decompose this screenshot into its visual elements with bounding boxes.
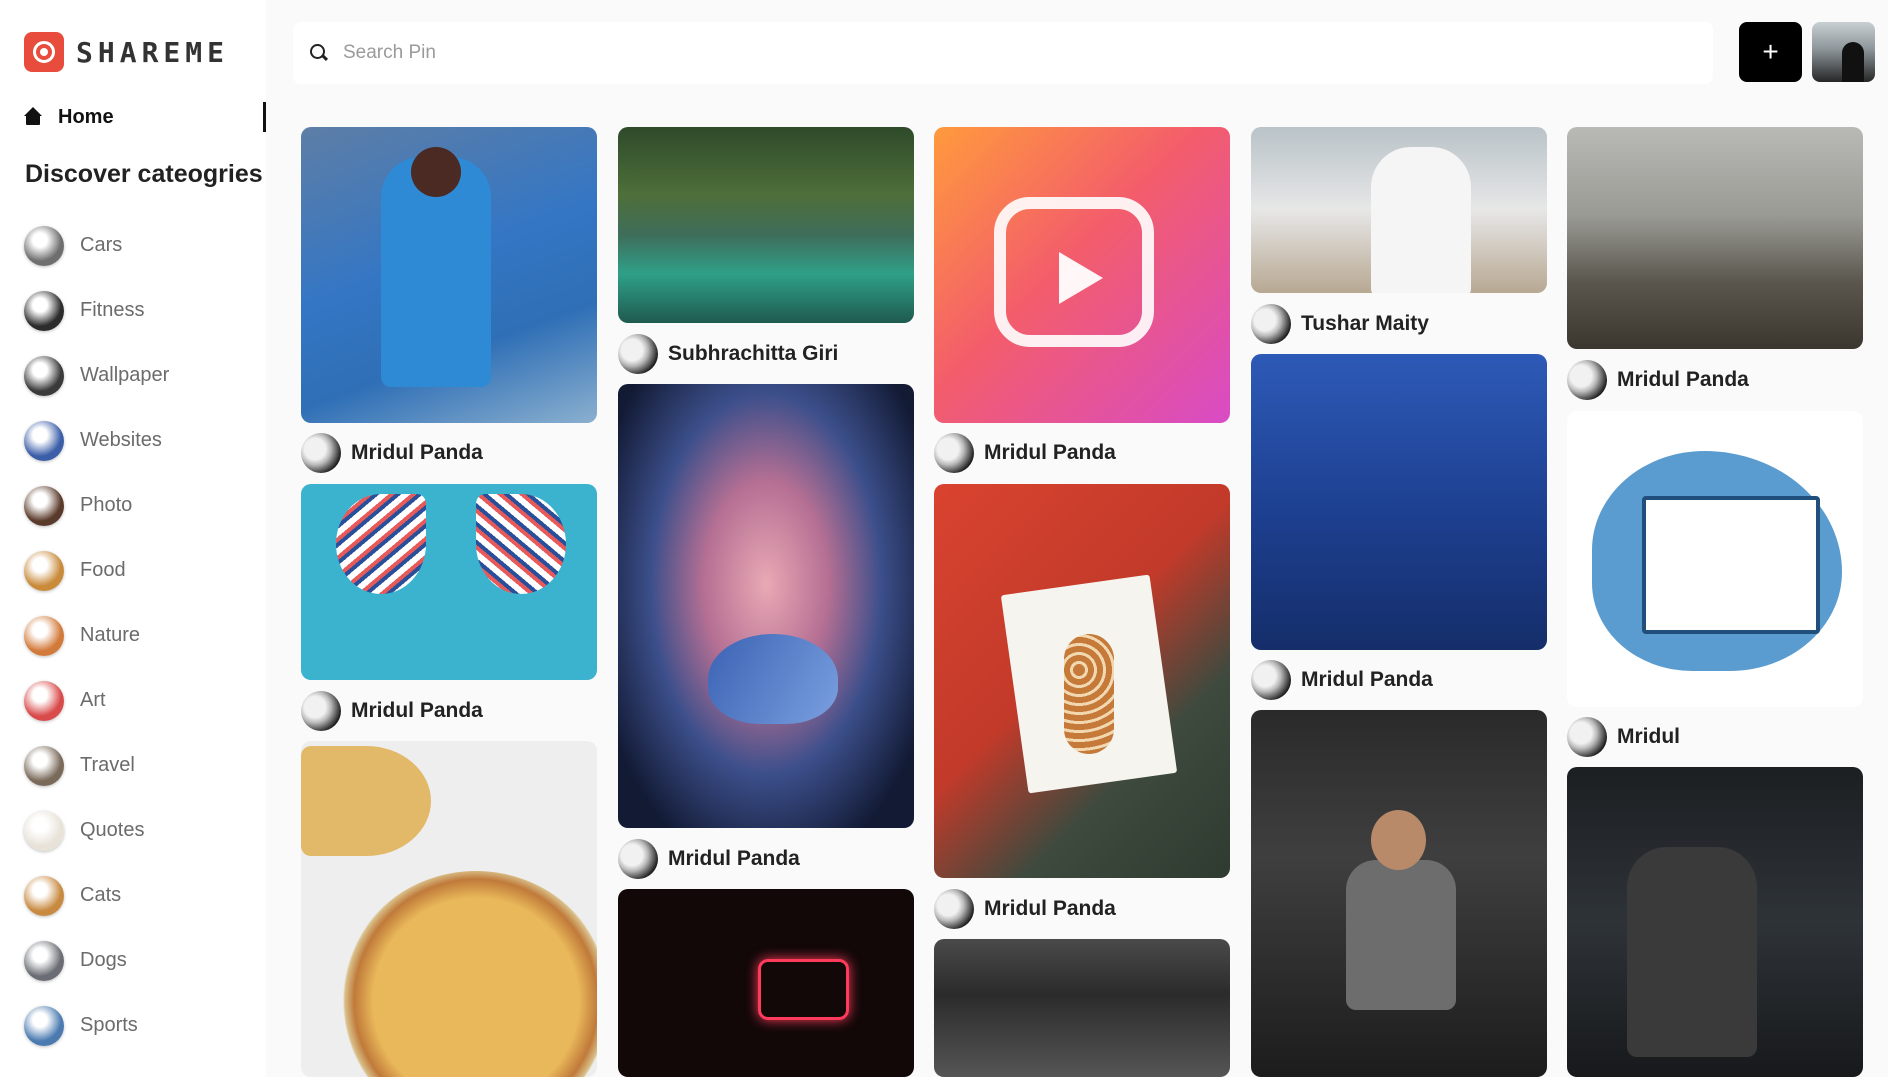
pin-image-website-illustration[interactable] — [1567, 411, 1863, 707]
search-icon — [309, 43, 329, 63]
author-avatar — [1251, 304, 1291, 344]
author-name: Mridul — [1617, 725, 1680, 748]
pin-author[interactable]: Mridul — [1567, 717, 1680, 757]
category-thumbnail — [24, 420, 64, 461]
category-label: Cats — [80, 884, 122, 906]
category-item-quotes[interactable]: Quotes — [24, 798, 169, 863]
pin-image-giraffe-painting[interactable] — [934, 484, 1230, 878]
home-icon — [24, 107, 44, 127]
author-name: Mridul Panda — [668, 847, 800, 870]
author-avatar — [1251, 660, 1291, 700]
category-thumbnail — [24, 680, 64, 721]
category-label: Dogs — [80, 949, 127, 971]
category-thumbnail — [24, 225, 64, 266]
category-thumbnail — [24, 355, 64, 396]
author-name: Mridul Panda — [1617, 368, 1749, 391]
pin-author[interactable]: Tushar Maity — [1251, 304, 1429, 344]
category-item-art[interactable]: Art — [24, 668, 169, 733]
pin-image-gym[interactable] — [934, 939, 1230, 1077]
pin-image-instagram-reels[interactable] — [934, 127, 1230, 423]
category-item-sports[interactable]: Sports — [24, 993, 169, 1058]
author-avatar — [301, 691, 341, 731]
pin-author[interactable]: Mridul Panda — [301, 433, 483, 473]
pin-author[interactable]: Mridul Panda — [618, 839, 800, 879]
author-avatar — [934, 889, 974, 929]
pin-image-beach[interactable] — [1567, 127, 1863, 349]
author-avatar — [618, 334, 658, 374]
category-item-wallpaper[interactable]: Wallpaper — [24, 343, 169, 408]
category-thumbnail — [24, 1005, 64, 1046]
category-thumbnail — [24, 615, 64, 656]
category-label: Travel — [80, 754, 135, 776]
category-list: Cars Fitness Wallpaper Websites Photo Fo… — [24, 213, 169, 1058]
pin-author[interactable]: Mridul Panda — [934, 433, 1116, 473]
category-label: Websites — [80, 429, 162, 451]
category-item-cars[interactable]: Cars — [24, 213, 169, 278]
pin-image-wings-bicycle[interactable] — [301, 484, 597, 680]
category-item-fitness[interactable]: Fitness — [24, 278, 169, 343]
pin-author[interactable]: Mridul Panda — [1567, 360, 1749, 400]
category-item-photo[interactable]: Photo — [24, 473, 169, 538]
pin-image-fitness-back[interactable] — [1567, 767, 1863, 1077]
author-name: Mridul Panda — [351, 441, 483, 464]
author-name: Tushar Maity — [1301, 312, 1429, 335]
brand-logo-link[interactable]: SHAREME — [24, 32, 229, 72]
category-item-dogs[interactable]: Dogs — [24, 928, 169, 993]
category-thumbnail — [24, 875, 64, 916]
pin-author[interactable]: Mridul Panda — [301, 691, 483, 731]
category-label: Art — [80, 689, 106, 711]
category-item-nature[interactable]: Nature — [24, 603, 169, 668]
search-bar[interactable] — [293, 22, 1713, 84]
category-thumbnail — [24, 290, 64, 331]
sidebar: SHAREME Home Discover cateogries Cars Fi… — [0, 0, 266, 1077]
nav-home-label: Home — [58, 105, 114, 128]
author-avatar — [301, 433, 341, 473]
category-label: Wallpaper — [80, 364, 170, 386]
pin-author[interactable]: Mridul Panda — [934, 889, 1116, 929]
author-name: Mridul Panda — [1301, 668, 1433, 691]
category-label: Cars — [80, 234, 123, 256]
author-avatar — [934, 433, 974, 473]
pin-image-cricket-player[interactable] — [301, 127, 597, 423]
category-label: Photo — [80, 494, 133, 516]
brand-name: SHAREME — [76, 35, 230, 69]
category-label: Food — [80, 559, 126, 581]
category-item-food[interactable]: Food — [24, 538, 169, 603]
create-pin-button[interactable]: + — [1739, 22, 1802, 82]
pin-author[interactable]: Subhrachitta Giri — [618, 334, 838, 374]
category-thumbnail — [24, 940, 64, 981]
author-avatar — [618, 839, 658, 879]
search-input[interactable] — [343, 42, 1683, 64]
category-label: Nature — [80, 624, 141, 646]
pin-image-pizza[interactable] — [301, 741, 597, 1077]
category-item-travel[interactable]: Travel — [24, 733, 169, 798]
category-thumbnail — [24, 485, 64, 526]
discover-categories-heading: Discover cateogries — [25, 160, 263, 188]
author-name: Mridul Panda — [351, 699, 483, 722]
author-name: Mridul Panda — [984, 441, 1116, 464]
pin-image-face-art-butterfly[interactable] — [618, 384, 914, 828]
author-avatar — [1567, 717, 1607, 757]
author-avatar — [1567, 360, 1607, 400]
category-thumbnail — [24, 745, 64, 786]
author-name: Subhrachitta Giri — [668, 342, 839, 365]
pin-image-neon-like[interactable] — [618, 889, 914, 1077]
pin-image-cricket-batsman[interactable] — [1251, 127, 1547, 293]
category-label: Sports — [80, 1014, 138, 1036]
nav-home[interactable]: Home — [24, 102, 266, 132]
category-item-cats[interactable]: Cats — [24, 863, 169, 928]
pin-image-dumbbell-workout[interactable] — [1251, 710, 1547, 1077]
category-label: Quotes — [80, 819, 145, 841]
user-profile-avatar[interactable] — [1812, 22, 1875, 82]
author-name: Mridul Panda — [984, 897, 1116, 920]
category-item-websites[interactable]: Websites — [24, 408, 169, 473]
pin-image-river[interactable] — [618, 127, 914, 323]
pin-author[interactable]: Mridul Panda — [1251, 660, 1433, 700]
category-thumbnail — [24, 810, 64, 851]
pin-image-pokemon-go-holidays[interactable] — [1251, 354, 1547, 650]
category-label: Fitness — [80, 299, 145, 321]
camera-logo-icon — [24, 32, 64, 72]
category-thumbnail — [24, 550, 64, 591]
